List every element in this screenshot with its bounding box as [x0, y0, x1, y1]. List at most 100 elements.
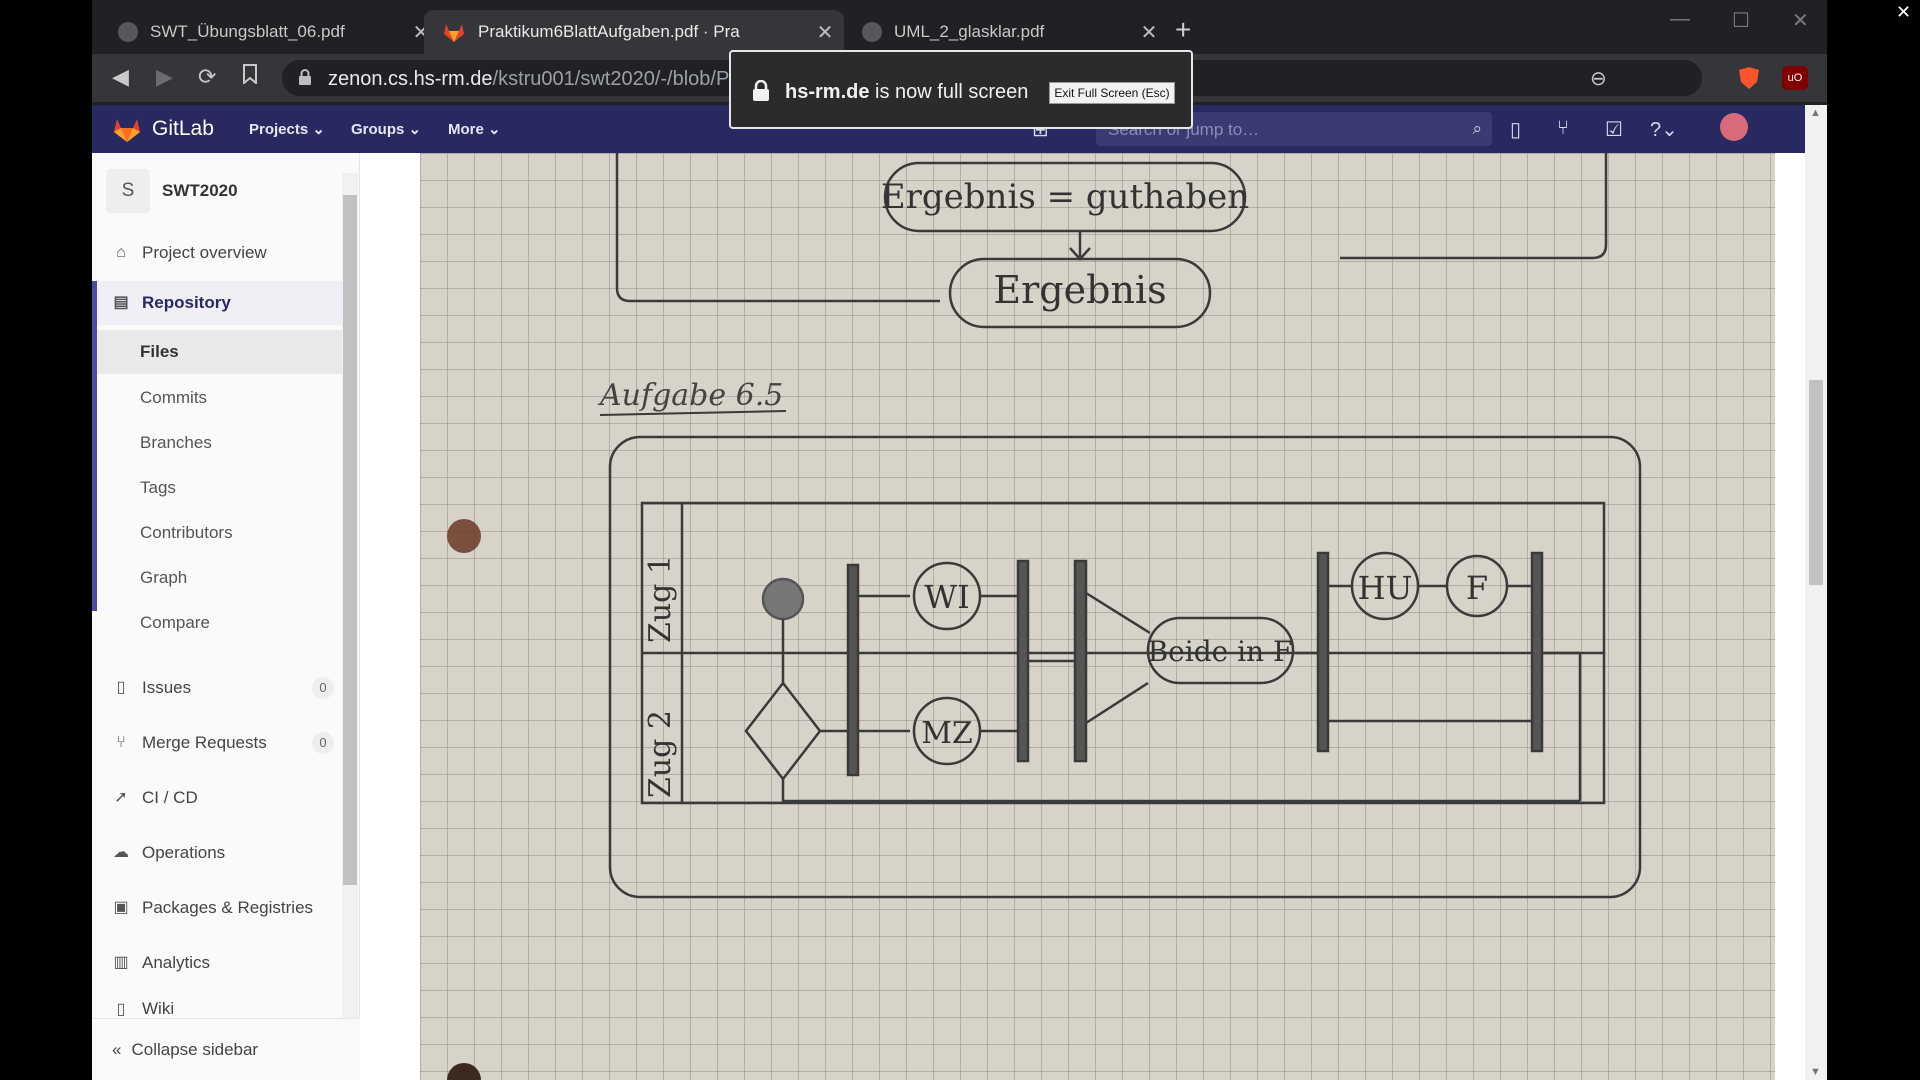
tab-praktikum[interactable]: Praktikum6BlattAufgaben.pdf · Pra ✕ — [424, 10, 844, 54]
menu-more[interactable]: More ⌄ — [448, 120, 501, 138]
lock-icon — [299, 69, 311, 85]
arrow-fork2-beide-b — [1085, 681, 1149, 725]
book-icon: ▯ — [116, 1001, 126, 1018]
url-text: zenon.cs.hs-rm.de/kstru001/swt2020/-/blo… — [328, 68, 748, 90]
sidebar-item-merge-requests[interactable]: ⑂ Merge Requests 0 — [92, 721, 352, 765]
project-sidebar: S SWT2020 ⌂ Project overview ▤ Repository … — [92, 153, 360, 1080]
reload-icon[interactable]: ⟳ — [198, 64, 216, 90]
menu-projects[interactable]: Projects ⌄ — [249, 120, 325, 138]
gitlab-logo-icon[interactable] — [112, 115, 142, 143]
sidebar-item-cicd[interactable]: ➚ CI / CD — [92, 776, 352, 820]
sidebar-subitem-contributors[interactable]: Contributors — [92, 511, 352, 555]
sidebar-item-project-overview[interactable]: ⌂ Project overview — [92, 231, 352, 275]
menu-groups[interactable]: Groups ⌄ — [351, 120, 421, 138]
issues-count-badge: 0 — [312, 677, 334, 699]
project-name[interactable]: SWT2020 — [162, 181, 238, 201]
outer-frame — [608, 435, 1642, 899]
fullscreen-message: hs-rm.de is now full screen — [785, 81, 1029, 103]
collapse-sidebar-button[interactable]: «Collapse sidebar — [92, 1018, 360, 1080]
fork-bar-2 — [1073, 559, 1088, 763]
double-chevron-left-icon: « — [112, 1040, 122, 1059]
close-icon[interactable]: ✕ — [812, 20, 838, 45]
join-bar-1 — [1016, 559, 1030, 763]
label-beide-in-f: Beide in F — [1148, 635, 1293, 668]
merge-request-icon: ⑂ — [116, 734, 126, 751]
sidebar-item-packages[interactable]: ▣ Packages & Registries — [92, 886, 352, 930]
sidebar-item-wiki[interactable]: ▯ Wiki — [92, 989, 352, 1019]
fork-bar-3 — [1316, 551, 1330, 753]
sidebar-subitem-commits[interactable]: Commits — [92, 376, 352, 420]
repository-icon: ▤ — [113, 294, 129, 311]
merge-request-icon[interactable]: ⑂ — [1557, 117, 1569, 140]
label-f: F — [1466, 569, 1488, 607]
todo-icon[interactable]: ☑ — [1605, 117, 1623, 142]
exit-fullscreen-button[interactable]: Exit Full Screen (Esc) — [1049, 82, 1175, 104]
handwritten-activity-diagram: Ergebnis = guthaben Ergebnis Aufgabe 6.5… — [447, 153, 1642, 1080]
maximize-icon[interactable]: ☐ — [1732, 8, 1750, 33]
mr-count-badge: 0 — [312, 732, 334, 754]
sidebar-item-issues[interactable]: ▯ Issues 0 — [92, 666, 352, 710]
label-ergebnis: Ergebnis — [993, 268, 1166, 312]
browser-window: SWT_Übungsblatt_06.pdf ✕ Praktikum6Blatt… — [92, 0, 1827, 1080]
frame-upper-right — [1340, 153, 1608, 260]
sidebar-item-analytics[interactable]: ▥ Analytics — [92, 941, 352, 985]
screen: SWT_Übungsblatt_06.pdf ✕ Praktikum6Blatt… — [0, 0, 1920, 1080]
gitlab-icon — [442, 21, 466, 43]
sidebar-scrollbar[interactable] — [342, 173, 358, 1018]
scroll-down-icon[interactable]: ▼ — [1810, 1066, 1821, 1078]
tab-swt-uebungsblatt[interactable]: SWT_Übungsblatt_06.pdf ✕ — [100, 10, 440, 54]
label-ergebnis-guthaben: Ergebnis = guthaben — [881, 177, 1249, 217]
sidebar-subitem-branches[interactable]: Branches — [92, 421, 352, 465]
bookmark-icon[interactable] — [242, 64, 258, 90]
initial-node — [761, 577, 805, 621]
issues-icon[interactable]: ▯ — [1510, 117, 1521, 142]
scroll-up-icon[interactable]: ▲ — [1810, 107, 1821, 119]
chart-icon: ▥ — [113, 954, 129, 971]
new-tab-plus-icon[interactable]: + — [1175, 14, 1191, 46]
cloud-gear-icon: ☁ — [113, 844, 129, 861]
join-bar-3 — [1530, 551, 1544, 753]
close-icon[interactable]: ✕ — [1136, 20, 1162, 45]
minimize-icon[interactable]: — — [1670, 8, 1690, 31]
globe-icon — [862, 22, 882, 42]
globe-icon — [118, 22, 138, 42]
window-close-icon[interactable]: ✕ — [1792, 8, 1809, 33]
sidebar-subitem-tags[interactable]: Tags — [92, 466, 352, 510]
rocket-icon: ➚ — [114, 789, 128, 806]
forward-icon[interactable]: ▶ — [156, 64, 173, 90]
scroll-thumb[interactable] — [343, 195, 357, 885]
label-wi: WI — [924, 578, 970, 616]
label-mz: MZ — [921, 716, 973, 751]
project-avatar[interactable]: S — [106, 169, 150, 213]
heading-aufgabe: Aufgabe 6.5 — [597, 378, 783, 413]
page-scroll-thumb[interactable] — [1809, 380, 1823, 585]
sidebar-subitem-files[interactable]: Files — [92, 330, 352, 374]
ink-smudge-bottom — [447, 1063, 481, 1080]
tab-strip: SWT_Übungsblatt_06.pdf ✕ Praktikum6Blatt… — [92, 0, 1827, 54]
page-scrollbar[interactable]: ▲ ▼ — [1805, 105, 1827, 1080]
brave-shield-icon[interactable] — [1737, 66, 1761, 90]
back-icon[interactable]: ◀ — [112, 64, 129, 90]
avatar[interactable] — [1720, 113, 1748, 141]
sidebar-item-repository[interactable]: ▤ Repository — [92, 281, 352, 325]
active-section-bar — [92, 281, 97, 611]
arrow-fork2-beide-a — [1085, 591, 1151, 635]
help-icon[interactable]: ?⌄ — [1650, 117, 1678, 142]
label-hu: HU — [1358, 569, 1413, 607]
fullscreen-notice: hs-rm.de is now full screen Exit Full Sc… — [729, 50, 1193, 129]
gitlab-brand[interactable]: GitLab — [152, 117, 214, 141]
ublock-icon[interactable]: uO — [1782, 66, 1808, 90]
fork-bar-1 — [846, 563, 860, 777]
sidebar-item-operations[interactable]: ☁ Operations — [92, 831, 352, 875]
zoom-icon[interactable]: ⊖ — [1590, 66, 1607, 91]
exit-fullscreen-corner-icon[interactable]: ✕ — [1896, 2, 1911, 23]
decision-node — [744, 680, 822, 782]
ink-smudge — [447, 519, 481, 553]
pdf-page-image: Ergebnis = guthaben Ergebnis Aufgabe 6.5… — [420, 153, 1775, 1080]
sidebar-subitem-compare[interactable]: Compare — [92, 601, 352, 645]
lane-label-zug1: Zug 1 — [643, 555, 678, 643]
sidebar-subitem-graph[interactable]: Graph — [92, 556, 352, 600]
issues-icon: ▯ — [116, 679, 126, 696]
tab-uml-glasklar[interactable]: UML_2_glasklar.pdf ✕ — [844, 10, 1168, 54]
package-icon: ▣ — [113, 899, 129, 916]
